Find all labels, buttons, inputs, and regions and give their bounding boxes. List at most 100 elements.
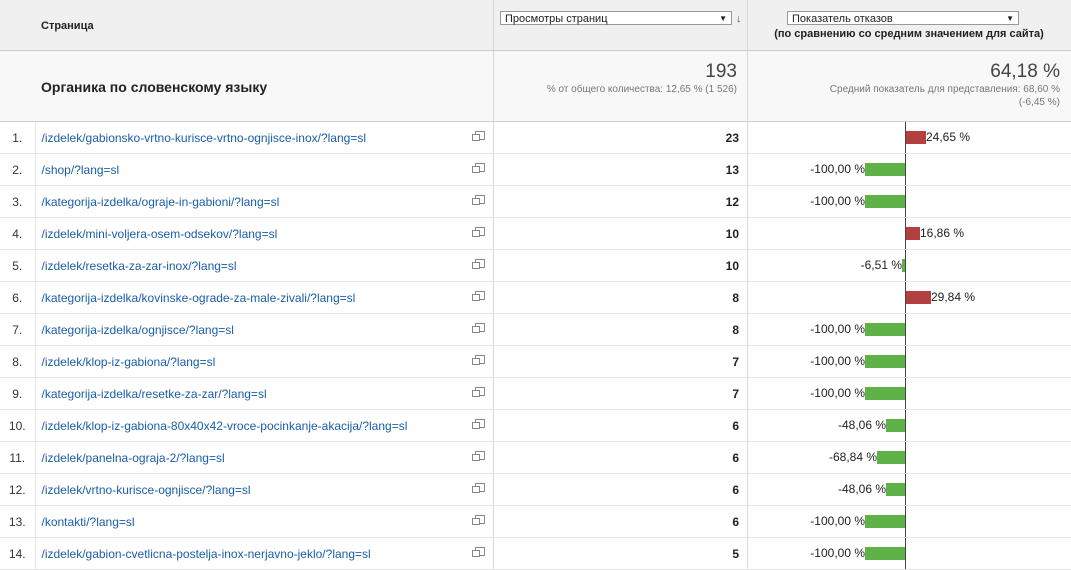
table-row: 1./izdelek/gabionsko-vrtno-kurisce-vrtno… (0, 121, 1071, 154)
comparison-axis (905, 378, 906, 409)
comparison-axis (905, 346, 906, 377)
views-value: 6 (493, 409, 748, 442)
page-column-header[interactable]: Страница (35, 20, 94, 32)
table-row: 9./kategorija-izdelka/resetke-za-zar/?la… (0, 377, 1071, 410)
open-in-new-window-icon[interactable] (472, 227, 485, 237)
views-value: 8 (493, 313, 748, 346)
open-in-new-window-icon[interactable] (472, 259, 485, 269)
comparison-label: -48,06 % (837, 418, 886, 432)
comparison-bar (865, 515, 905, 528)
summary-row: Органика по словенскому языку 193 % от о… (0, 50, 1071, 122)
comparison-bar (865, 163, 905, 176)
segment-title: Органика по словенскому языку (41, 79, 268, 95)
comparison-label: 24,65 % (926, 130, 971, 144)
comparison-bar (877, 451, 905, 464)
page-cell: /kategorija-izdelka/resetke-za-zar/?lang… (35, 377, 494, 410)
open-in-new-window-icon[interactable] (472, 547, 485, 557)
bounce-cell: -68,84 % (747, 441, 1070, 474)
row-index: 11. (0, 441, 36, 474)
comparison-bar (865, 547, 905, 560)
views-total: 193 (705, 61, 737, 82)
open-in-new-window-icon[interactable] (472, 163, 485, 173)
comparison-bar-cell: -6,51 % (748, 250, 1070, 281)
row-index: 3. (0, 185, 36, 218)
open-in-new-window-icon[interactable] (472, 355, 485, 365)
open-in-new-window-icon[interactable] (472, 195, 485, 205)
views-value: 6 (493, 441, 748, 474)
views-value: 7 (493, 377, 748, 410)
row-index: 2. (0, 153, 36, 186)
comparison-label: -100,00 % (810, 354, 865, 368)
page-link[interactable]: /izdelek/klop-iz-gabiona/?lang=sl (36, 355, 216, 369)
comparison-bar-cell: 16,86 % (748, 218, 1070, 249)
views-share: % от общего количества: 12,65 % (1 526) (546, 84, 737, 95)
row-index: 14. (0, 537, 36, 570)
page-link[interactable]: /kategorija-izdelka/resetke-za-zar/?lang… (36, 387, 267, 401)
bounce-metric-select[interactable]: Показатель отказов ▼ (787, 10, 1019, 25)
row-index: 8. (0, 345, 36, 378)
table-row: 8./izdelek/klop-iz-gabiona/?lang=sl 7 -100… (0, 345, 1071, 378)
comparison-bar (886, 483, 905, 496)
comparison-label: -100,00 % (810, 386, 865, 400)
page-link[interactable]: /izdelek/mini-voljera-osem-odsekov/?lang… (36, 227, 278, 241)
page-link[interactable]: /kategorija-izdelka/kovinske-ograde-za-m… (36, 291, 356, 305)
page-link[interactable]: /izdelek/gabion-cvetlicna-postelja-inox-… (36, 547, 371, 561)
comparison-label: -48,06 % (837, 482, 886, 496)
open-in-new-window-icon[interactable] (472, 291, 485, 301)
header-page-cell[interactable]: Страница (35, 0, 494, 51)
comparison-bar (886, 419, 905, 432)
comparison-bar-cell: -100,00 % (748, 346, 1070, 377)
comparison-bar (865, 387, 905, 400)
bounce-cell: 29,84 % (747, 281, 1070, 314)
comparison-bar-cell: 29,84 % (748, 282, 1070, 313)
open-in-new-window-icon[interactable] (472, 419, 485, 429)
views-value: 6 (493, 473, 748, 506)
page-link[interactable]: /izdelek/gabionsko-vrtno-kurisce-vrtno-o… (36, 131, 367, 145)
comparison-axis (905, 474, 906, 505)
page-link[interactable]: /shop/?lang=sl (36, 163, 120, 177)
open-in-new-window-icon[interactable] (472, 483, 485, 493)
open-in-new-window-icon[interactable] (472, 515, 485, 525)
comparison-label: -100,00 % (810, 194, 865, 208)
table-row: 6./kategorija-izdelka/kovinske-ograde-za… (0, 281, 1071, 314)
bounce-total: 64,18 % (990, 61, 1060, 82)
open-in-new-window-icon[interactable] (472, 451, 485, 461)
page-cell: /izdelek/vrtno-kurisce-ognjisce/?lang=sl (35, 473, 494, 506)
header-views-cell: Просмотры страниц ▼ ↓ (493, 0, 748, 51)
comparison-bar-cell: -100,00 % (748, 314, 1070, 345)
page-link[interactable]: /izdelek/klop-iz-gabiona-80x40x42-vroce-… (36, 419, 408, 433)
page-link[interactable]: /kategorija-izdelka/ognjisce/?lang=sl (36, 323, 234, 337)
comparison-bar-cell: -48,06 % (748, 410, 1070, 441)
table-row: 12./izdelek/vrtno-kurisce-ognjisce/?lang… (0, 473, 1071, 506)
comparison-bar-cell: -100,00 % (748, 154, 1070, 185)
page-link[interactable]: /izdelek/vrtno-kurisce-ognjisce/?lang=sl (36, 483, 251, 497)
bounce-average: Средний показатель для представления: 68… (829, 84, 1060, 95)
page-cell: /kategorija-izdelka/ognjisce/?lang=sl (35, 313, 494, 346)
page-cell: /izdelek/klop-iz-gabiona/?lang=sl (35, 345, 494, 378)
views-value: 6 (493, 505, 748, 538)
comparison-axis (905, 442, 906, 473)
comparison-axis (905, 410, 906, 441)
rows-body: 1./izdelek/gabionsko-vrtno-kurisce-vrtno… (0, 121, 1071, 570)
page-cell: /kategorija-izdelka/ograje-in-gabioni/?l… (35, 185, 494, 218)
comparison-label: -6,51 % (860, 258, 902, 272)
views-metric-select[interactable]: Просмотры страниц ▼ (500, 11, 732, 25)
page-link[interactable]: /kategorija-izdelka/ograje-in-gabioni/?l… (36, 195, 280, 209)
page-link[interactable]: /izdelek/resetka-za-zar-inox/?lang=sl (36, 259, 237, 273)
views-value: 12 (493, 185, 748, 218)
page-link[interactable]: /izdelek/panelna-ograja-2/?lang=sl (36, 451, 225, 465)
comparison-bar-cell: -100,00 % (748, 186, 1070, 217)
comparison-bar (906, 227, 920, 240)
open-in-new-window-icon[interactable] (472, 131, 485, 141)
open-in-new-window-icon[interactable] (472, 387, 485, 397)
comparison-axis (905, 250, 906, 281)
views-value: 13 (493, 153, 748, 186)
page-link[interactable]: /kontakti/?lang=sl (36, 515, 135, 529)
dropdown-arrow-icon: ▼ (719, 14, 727, 23)
open-in-new-window-icon[interactable] (472, 323, 485, 333)
sort-descending-icon[interactable]: ↓ (736, 13, 742, 25)
comparison-bar (865, 355, 905, 368)
table-row: 11./izdelek/panelna-ograja-2/?lang=sl 6 -6… (0, 441, 1071, 474)
table-row: 5./izdelek/resetka-za-zar-inox/?lang=sl 1… (0, 249, 1071, 282)
page-cell: /shop/?lang=sl (35, 153, 494, 186)
